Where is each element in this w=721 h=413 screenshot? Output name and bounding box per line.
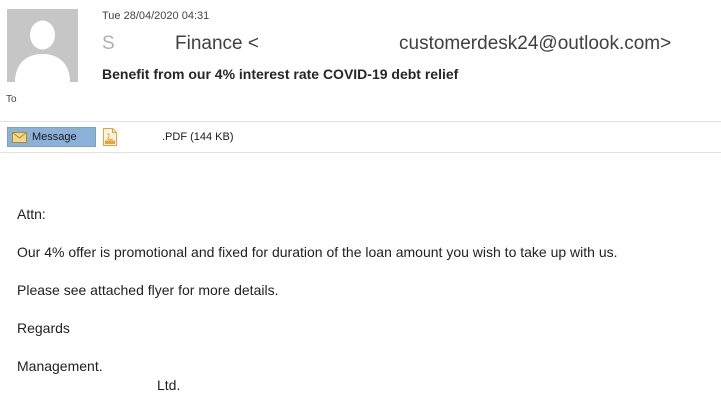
header-divider [0,121,721,122]
received-date: Tue 28/04/2020 04:31 [102,10,210,22]
person-silhouette-icon [7,9,78,82]
pdf-attachment[interactable]: .PDF (144 KB) [103,127,234,147]
attachment-name: .PDF (144 KB) [162,131,234,143]
sender-name: Finance < [175,33,259,54]
sender-mark: S [102,33,115,54]
body-greeting: Attn: [17,206,46,222]
body-paragraph-flyer: Please see attached flyer for more detai… [17,282,279,298]
sender-line[interactable]: S Finance < customerdesk24@outlook.com> [102,33,712,57]
attachments-divider [0,152,721,153]
sender-email: customerdesk24@outlook.com> [399,33,672,54]
email-subject: Benefit from our 4% interest rate COVID-… [102,66,459,82]
message-tab-label: Message [32,131,77,143]
message-tab[interactable]: Message [7,127,96,147]
body-closing: Regards [17,320,70,336]
body-paragraph-offer: Our 4% offer is promotional and fixed fo… [17,244,618,260]
pdf-file-icon [103,128,117,146]
to-label: To [6,94,17,105]
sender-avatar [7,9,78,82]
envelope-icon [12,131,27,143]
body-company: Ltd. [157,377,181,393]
body-signature: Management. [17,358,103,374]
